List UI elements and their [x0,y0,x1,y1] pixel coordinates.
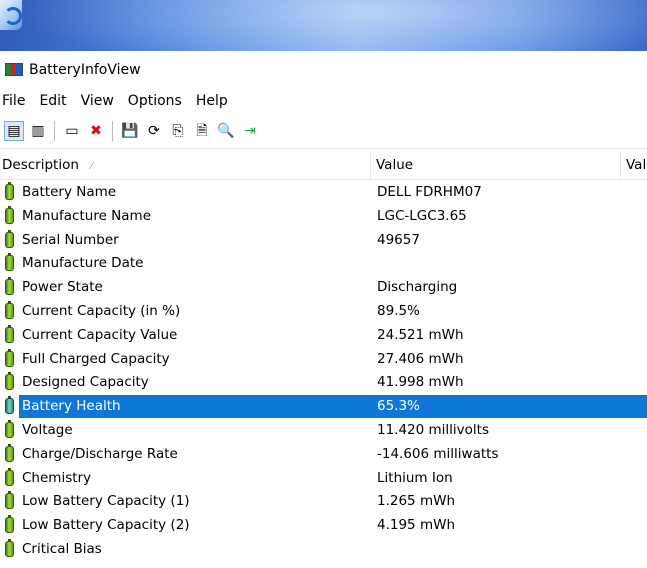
battery-icon [5,372,14,391]
battery-icon [5,443,14,462]
column-description-label: Description [2,157,79,173]
list-item[interactable]: Designed Capacity 41.998 mWh [0,371,647,395]
item-description: Manufacture Date [22,255,144,272]
menu-bar: File Edit View Options Help [0,88,647,114]
battery-icon [5,467,14,486]
item-value: 49657 [377,231,420,248]
column-divider[interactable] [370,152,371,179]
item-description: Designed Capacity [22,374,149,391]
menu-options[interactable]: Options [126,93,190,109]
title-bar: BatteryInfoView [0,51,647,88]
item-value: 11.420 millivolts [377,421,490,438]
column-header-value-2[interactable]: Val [626,152,647,179]
list-item[interactable]: Manufacture Name LGC-LGC3.65 [0,205,647,229]
list-item[interactable]: Critical Bias [0,538,647,562]
item-value: 27.406 mWh [377,350,464,367]
battery-icon [5,300,14,319]
save-icon[interactable]: 💾 [120,121,140,141]
item-description: Full Charged Capacity [22,350,170,367]
delete-icon[interactable]: ✖ [86,121,106,141]
refresh-icon[interactable]: ⟳ [144,121,164,141]
toolbar-separator [54,121,55,141]
list-item[interactable]: Power State Discharging [0,276,647,300]
battery-icon [5,205,14,224]
list-item[interactable]: Battery Name DELL FDRHM07 [0,181,647,205]
item-value: LGC-LGC3.65 [377,207,467,224]
battery-info-list: Battery Name DELL FDRHM07 Manufacture Name… [0,181,647,562]
item-value: Discharging [377,279,458,296]
column-value2-label: Val [626,157,647,173]
column-value-label: Value [376,157,414,173]
item-description: Voltage [22,421,73,438]
item-value: 1.265 mWh [377,493,455,510]
list-item[interactable]: Manufacture Date [0,252,647,276]
item-description: Current Capacity Value [22,326,178,343]
battery-icon [5,229,14,248]
item-description: Charge/Discharge Rate [22,445,178,462]
item-value: 24.521 mWh [377,326,464,343]
list-header: Description ⁄ Value Val [0,152,647,180]
list-item[interactable]: Charge/Discharge Rate -14.606 milliwatts [0,443,647,467]
list-item[interactable]: Low Battery Capacity (2) 4.195 mWh [0,514,647,538]
menu-help[interactable]: Help [194,93,236,109]
recycle-bin-icon[interactable] [0,0,22,30]
item-description: Power State [22,279,103,296]
battery-icon [5,396,14,415]
copy-icon[interactable]: ⎘ [168,121,188,141]
exit-icon[interactable]: ⇥ [240,121,260,141]
item-description: Battery Name [22,184,117,200]
item-description: Critical Bias [22,540,102,557]
item-value: 65.3% [377,398,420,415]
item-value: 4.195 mWh [377,517,455,534]
item-value: -14.606 milliwatts [377,445,499,462]
list-item[interactable]: Serial Number 49657 [0,229,647,253]
list-item[interactable]: Battery Health 65.3% [0,395,647,419]
list-item[interactable]: Low Battery Capacity (1) 1.265 mWh [0,490,647,514]
battery-icon [5,253,14,272]
properties-window-icon[interactable]: ▭ [62,121,82,141]
battery-icon [5,491,14,510]
item-description: Low Battery Capacity (1) [22,493,190,510]
toolbar: ▤ ▥ ▭ ✖ 💾 ⟳ ⎘ 🗎 🔍 ⇥ [0,114,647,149]
item-description: Chemistry [22,469,92,486]
item-description: Current Capacity (in %) [22,302,181,319]
window-title: BatteryInfoView [29,61,141,78]
battery-icon [5,419,14,438]
battery-icon [5,324,14,343]
find-icon[interactable]: 🔍 [216,121,236,141]
item-description: Serial Number [22,231,119,248]
list-item[interactable]: Full Charged Capacity 27.406 mWh [0,348,647,372]
item-description: Low Battery Capacity (2) [22,517,190,534]
item-value: 89.5% [377,302,420,319]
menu-file[interactable]: File [0,93,33,109]
list-item[interactable]: Voltage 11.420 millivolts [0,419,647,443]
sort-indicator-icon: ⁄ [90,161,93,172]
toolbar-separator [112,121,113,141]
simple-view-icon[interactable]: ▤ [4,121,24,141]
item-value: DELL FDRHM07 [377,184,482,200]
battery-app-icon [5,63,23,76]
battery-icon [5,277,14,296]
battery-icon [5,348,14,367]
column-header-value[interactable]: Value [376,152,616,179]
list-item[interactable]: Current Capacity (in %) 89.5% [0,300,647,324]
item-description: Battery Health [22,398,121,415]
item-value: Lithium Ion [377,469,453,486]
menu-view[interactable]: View [79,93,122,109]
list-item[interactable]: Chemistry Lithium Ion [0,467,647,491]
battery-icon [5,182,14,200]
battery-icon [5,538,14,557]
menu-edit[interactable]: Edit [37,93,74,109]
desktop-background [0,0,647,51]
list-item[interactable]: Current Capacity Value 24.521 mWh [0,324,647,348]
advanced-view-icon[interactable]: ▥ [28,121,48,141]
column-divider[interactable] [620,152,621,179]
item-description: Manufacture Name [22,207,152,224]
properties-icon[interactable]: 🗎 [192,121,212,141]
item-value: 41.998 mWh [377,374,464,391]
battery-icon [5,515,14,534]
column-header-description[interactable]: Description ⁄ [2,152,370,179]
